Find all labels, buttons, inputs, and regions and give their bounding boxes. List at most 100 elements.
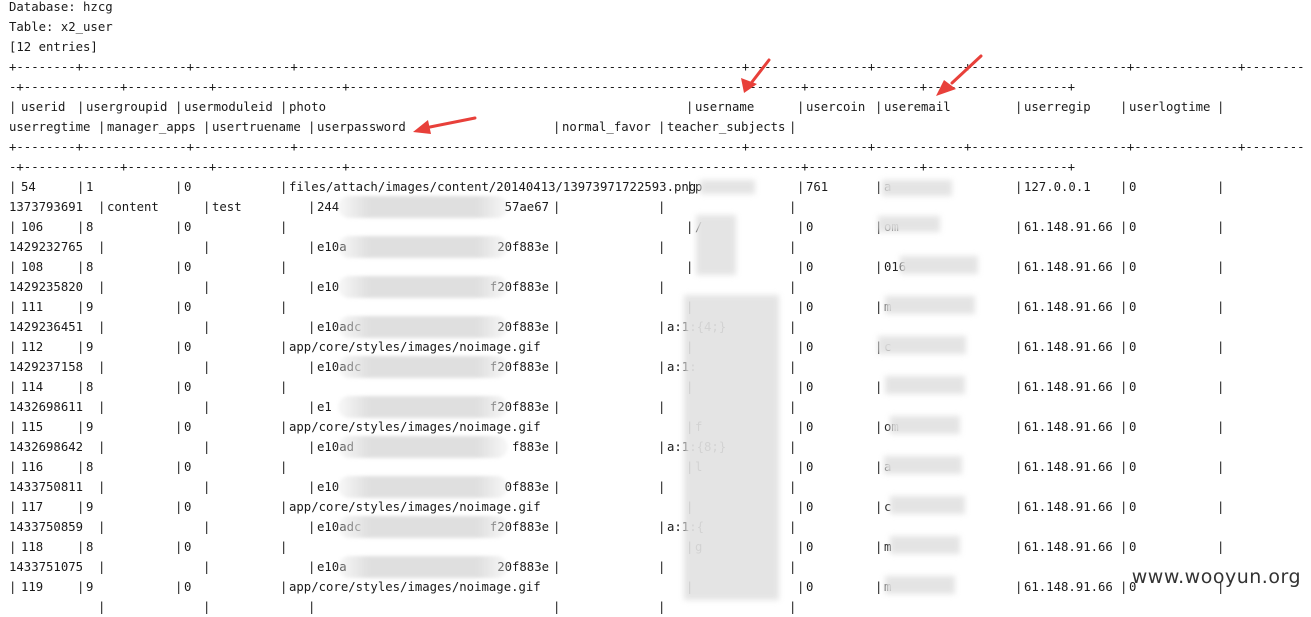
useremail-redaction [890, 536, 960, 554]
column-separator: | [9, 540, 17, 554]
watermark: www.wooyun.org [1131, 566, 1301, 588]
table-rule-top-1: +--------+--------------+-------------+-… [9, 60, 1304, 74]
column-separator: | [9, 100, 17, 114]
password-redaction [338, 316, 508, 338]
column-separator: | [658, 240, 666, 254]
column-header-usergroupid: usergroupid [86, 100, 168, 114]
cell-userregip: 61.148.91.66 [1024, 500, 1113, 514]
column-separator: | [77, 540, 85, 554]
cell-userlogtime: 0 [1129, 220, 1137, 234]
useremail-redaction [885, 376, 965, 394]
password-redaction [338, 356, 508, 378]
column-separator: | [280, 260, 288, 274]
column-separator: | [1120, 500, 1128, 514]
column-separator: | [203, 560, 211, 574]
table-row: ||||||||||111900m61.148.91.660 [9, 297, 1304, 317]
column-separator: | [308, 560, 316, 574]
cell-userid: 117 [21, 500, 44, 514]
column-separator: | [658, 400, 666, 414]
cell-userregtime: 1429237158 [9, 360, 84, 374]
cell-userregip: 127.0.0.1 [1024, 180, 1091, 194]
column-separator: | [553, 320, 561, 334]
column-separator: | [175, 540, 183, 554]
table-row-continuation: ||||||1432698642e10adf883ea:1:{8;} [9, 437, 1304, 457]
column-separator: | [875, 300, 883, 314]
column-header-userregtime: userregtime [9, 120, 91, 134]
cell-userlogtime: 0 [1129, 180, 1137, 194]
column-separator: | [98, 320, 106, 334]
column-separator: | [203, 120, 211, 134]
column-separator: | [789, 200, 797, 214]
table-row: ||||||||||10680/0om61.148.91.660 [9, 217, 1304, 237]
column-separator: | [9, 180, 17, 194]
cell-usergroupid: 8 [86, 460, 94, 474]
column-separator: | [1217, 380, 1225, 394]
column-separator: | [9, 420, 17, 434]
cell-userid: 54 [21, 180, 36, 194]
column-separator: | [797, 220, 805, 234]
table-row-continuation: | | | | | | [9, 597, 1304, 617]
column-separator: | [789, 480, 797, 494]
useremail-redaction [885, 576, 955, 594]
cell-userid: 114 [21, 380, 44, 394]
column-separator: | [553, 200, 561, 214]
column-separator: | [77, 300, 85, 314]
column-separator: | [1015, 580, 1023, 594]
cell-usermoduleid: 0 [184, 220, 192, 234]
column-header-photo: photo [289, 100, 327, 114]
table-row-continuation: ||||||1429236451e10adc20f883ea:1:{4;} [9, 317, 1304, 337]
column-separator: | [203, 440, 211, 454]
cell-photo: app/core/styles/images/noimage.gif [289, 340, 541, 354]
column-separator: | [203, 200, 211, 214]
column-header-usermoduleid: usermoduleid [184, 100, 273, 114]
column-separator: | [1120, 580, 1128, 594]
cell-usermoduleid: 0 [184, 380, 192, 394]
column-separator: | [553, 240, 561, 254]
password-redaction [338, 196, 508, 218]
column-separator: | [1120, 260, 1128, 274]
column-separator: | [1120, 300, 1128, 314]
useremail-redaction [890, 496, 965, 514]
column-separator: | [308, 480, 316, 494]
column-separator: | [308, 360, 316, 374]
useremail-redaction [878, 216, 940, 232]
column-separator: | [686, 100, 694, 114]
column-separator: | [797, 420, 805, 434]
cell-userregip: 61.148.91.66 [1024, 340, 1113, 354]
column-separator: | [658, 320, 666, 334]
cell-userid: 111 [21, 300, 44, 314]
cell-usergroupid: 9 [86, 340, 94, 354]
table-row: ||||||||||11880g0m61.148.91.660 [9, 537, 1304, 557]
table-rule-mid-1: +--------+--------------+-------------+-… [9, 140, 1304, 154]
cell-usercoin: 0 [806, 340, 814, 354]
column-separator: | [1015, 380, 1023, 394]
column-separator: | [1120, 540, 1128, 554]
column-header-usertruename: usertruename [212, 120, 301, 134]
column-separator: | [686, 220, 694, 234]
column-separator: | [797, 540, 805, 554]
column-separator: | [203, 360, 211, 374]
cell-usergroupid: 1 [86, 180, 94, 194]
column-separator: | [1217, 180, 1225, 194]
cell-usertruename: test [212, 200, 242, 214]
column-header-useremail: useremail [884, 100, 951, 114]
column-separator: | [1015, 420, 1023, 434]
password-redaction [338, 516, 508, 538]
column-separator: | [77, 340, 85, 354]
column-header-teacher-subjects: teacher_subjects [667, 120, 786, 134]
column-separator: | [175, 460, 183, 474]
column-separator: | [789, 360, 797, 374]
cell-usercoin: 0 [806, 220, 814, 234]
column-separator: | [77, 460, 85, 474]
column-header-username: username [695, 100, 755, 114]
column-separator: | [280, 380, 288, 394]
cell-userlogtime: 0 [1129, 460, 1137, 474]
terminal-output: Database: hzcg Table: x2_user [12 entrie… [9, 0, 1311, 614]
column-separator: | [553, 560, 561, 574]
column-separator: | [797, 380, 805, 394]
column-separator: | [77, 380, 85, 394]
cell-usergroupid: 9 [86, 500, 94, 514]
table-rule-top-2: -+-------------+-----------+------------… [9, 80, 1076, 94]
column-separator: | [553, 400, 561, 414]
column-separator: | [98, 280, 106, 294]
